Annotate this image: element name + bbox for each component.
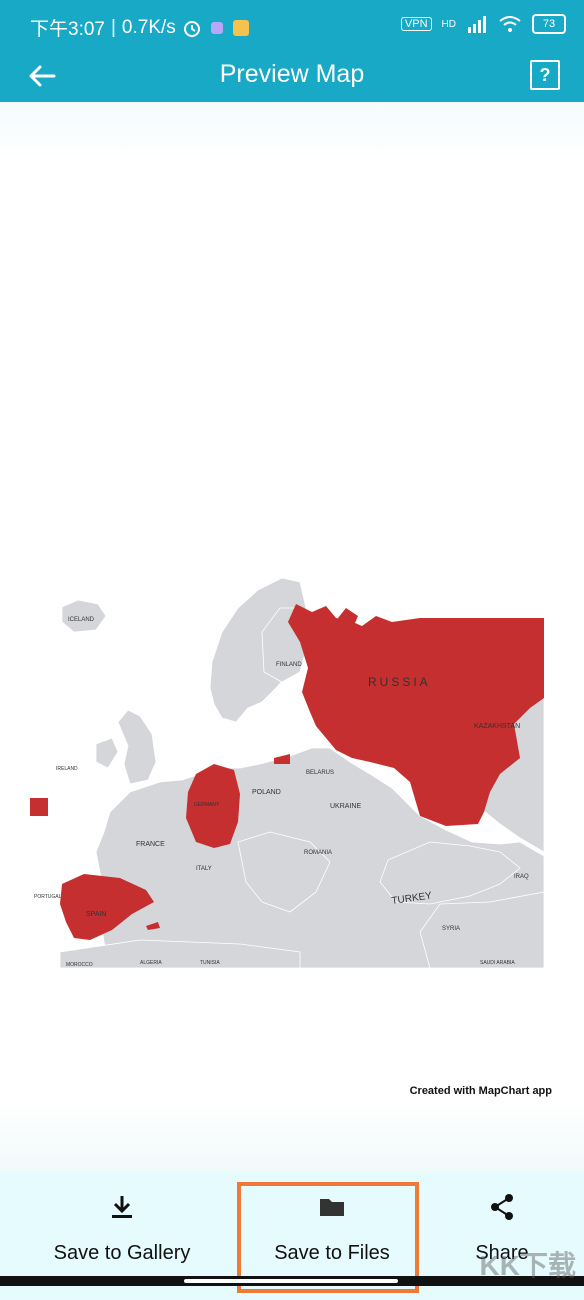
label-portugal: PORTUGAL (34, 894, 62, 900)
help-button[interactable]: ? (530, 60, 560, 90)
battery-indicator: 73 (532, 14, 566, 34)
vpn-indicator: VPN (400, 17, 432, 31)
label-romania: ROMANIA (304, 850, 332, 856)
save-to-gallery-button[interactable]: Save to Gallery (42, 1172, 202, 1272)
label-syria: SYRIA (442, 926, 460, 932)
label-poland: POLAND (252, 789, 281, 796)
label-germany: GERMANY (194, 802, 220, 808)
wifi-icon (499, 16, 521, 32)
map-image: ICELAND FINLAND RUSSIA KAZAKHSTAN BELARU… (30, 577, 545, 969)
save-to-gallery-label: Save to Gallery (53, 1242, 191, 1264)
label-kazakhstan: KAZAKHSTAN (474, 723, 520, 730)
status-bar: 下午3:07 | 0.7K/s VPN HD 73 (0, 0, 584, 50)
label-morocco: MOROCCO (66, 962, 93, 968)
label-iceland: ICELAND (68, 617, 95, 623)
watermark: KK下载 (479, 1250, 576, 1281)
label-ireland: IRELAND (56, 766, 78, 772)
status-left: 下午3:07 | 0.7K/s (30, 14, 250, 41)
azores-shape (30, 798, 48, 816)
message-notification-icon (232, 19, 249, 36)
label-finland: FINLAND (276, 662, 302, 668)
map-credit: Created with MapChart app (409, 1085, 552, 1097)
label-iraq: IRAQ (514, 874, 529, 880)
label-belarus: BELARUS (306, 770, 334, 776)
label-tunisia: TUNISIA (200, 960, 220, 966)
network-type: HD (441, 18, 456, 30)
page-title: Preview Map (219, 60, 365, 88)
share-icon (491, 1194, 513, 1220)
label-saudi: SAUDI ARABIA (480, 960, 515, 966)
label-france: FRANCE (136, 841, 165, 848)
app-toolbar: Preview Map ? (0, 50, 584, 102)
status-right: VPN HD 73 (400, 14, 566, 34)
download-icon (112, 1196, 132, 1218)
map-preview-area: ICELAND FINLAND RUSSIA KAZAKHSTAN BELARU… (0, 102, 584, 1172)
label-ukraine: UKRAINE (330, 803, 361, 810)
signal-icon (468, 16, 486, 33)
label-spain: SPAIN (86, 911, 107, 918)
status-time: 下午3:07 (30, 19, 105, 40)
app-notification-icon (210, 21, 223, 34)
label-algeria: ALGERIA (140, 960, 162, 966)
status-speed: 0.7K/s (121, 16, 176, 38)
label-italy: ITALY (196, 866, 212, 872)
alarm-icon (183, 20, 200, 37)
russia-exclave-shape (274, 754, 290, 764)
home-gesture-pill[interactable] (184, 1279, 398, 1283)
label-russia: RUSSIA (368, 675, 431, 689)
